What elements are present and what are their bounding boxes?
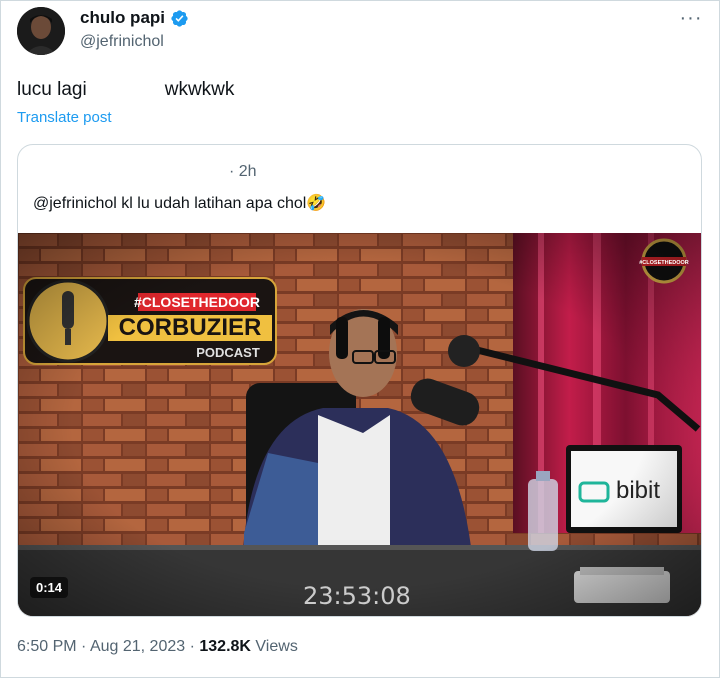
sign-name: CORBUZIER (119, 314, 262, 341)
meta-separator: · (189, 638, 200, 655)
display-name[interactable]: chulo papi (80, 8, 165, 28)
sign-subtitle: PODCAST (196, 345, 260, 360)
author-handle[interactable]: @jefrinichol (80, 33, 164, 51)
tweet-text: lucu lagi wkwkwk (17, 79, 234, 101)
author-name-row[interactable]: chulo papi (80, 8, 189, 28)
tweet-text-end: wkwkwk (164, 79, 235, 100)
meta-separator: · (81, 638, 90, 655)
verified-badge-icon (171, 9, 188, 27)
video-duration-badge: 0:14 (30, 577, 69, 598)
quoted-tweet-time[interactable]: · 2h (229, 163, 257, 181)
more-options-button[interactable]: ··· (678, 5, 704, 31)
video-player[interactable]: #CLOSETHEDOOR CORBUZIER PODCAST bibit #C… (18, 233, 701, 616)
more-icon: ··· (679, 7, 703, 29)
post-time[interactable]: 6:50 PM (17, 638, 77, 655)
tweet-text-start: lucu lagi (17, 79, 87, 100)
avatar[interactable] (17, 7, 65, 55)
video-frame: #CLOSETHEDOOR CORBUZIER PODCAST bibit #C… (18, 233, 701, 616)
views-count: 132.8K (199, 638, 251, 655)
quoted-tweet[interactable]: · 2h @jefrinichol kl lu udah latihan apa… (17, 144, 702, 617)
views-label: Views (255, 638, 298, 655)
sign-hashtag: #CLOSETHEDOOR (134, 294, 260, 310)
post-meta: 6:50 PM · Aug 21, 2023 · 132.8K Views (17, 638, 298, 656)
translate-post-link[interactable]: Translate post (17, 109, 112, 126)
quoted-tweet-text: @jefrinichol kl lu udah latihan apa chol… (33, 195, 327, 212)
corner-logo-text: #CLOSETHEDOOR (639, 260, 689, 266)
post-date[interactable]: Aug 21, 2023 (90, 638, 185, 655)
screen-brand: bibit (616, 477, 660, 504)
video-overlay-clock: 23:53:08 (303, 582, 411, 610)
